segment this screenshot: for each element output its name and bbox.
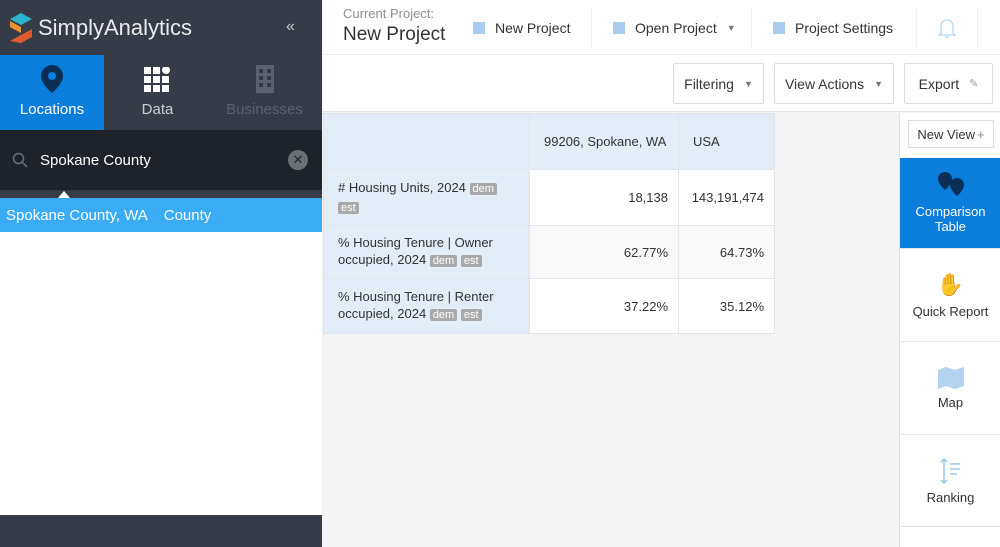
column-header[interactable]: USA [678,113,775,170]
label: Quick Report [912,304,989,319]
label: Export [918,75,960,92]
search-input[interactable] [40,151,270,169]
view-quick-report[interactable]: ✋ Quick Report [900,250,1000,342]
cell: 35.12% [678,278,775,334]
header-row: 99206, Spokane, WA USA [323,113,775,170]
open-project-button[interactable]: Open Project ▼ [613,0,736,55]
collapse-sidebar-button[interactable]: « [286,18,295,36]
grid-icon [143,67,170,92]
export-button[interactable]: Export ✎ [904,63,993,104]
new-view-button[interactable]: New View + [908,120,994,148]
header: Current Project: New Project New Project… [323,0,1000,55]
map-pin-icon [41,65,63,93]
app-name: SimplyAnalytics [38,15,193,40]
view-map[interactable]: Map [900,343,1000,435]
location-search: ✕ [0,130,322,190]
current-project-label: Current Project: [343,6,435,21]
map-pins-icon [937,172,964,196]
toolbar: Filtering ▼ View Actions ▼ Export ✎ [323,55,1000,112]
label: Open Project [635,19,717,36]
result-name: Spokane County, WA [6,206,148,224]
ranking-icon [939,457,960,484]
view-actions-button[interactable]: View Actions ▼ [774,63,894,104]
tab-label: Locations [19,101,85,118]
new-project-icon [473,21,485,34]
badge: est [338,201,359,214]
label: View Actions [784,75,865,92]
tab-locations[interactable]: Locations [0,55,104,130]
table-row: % Housing Tenure | Renter occupied, 2024… [323,278,775,334]
project-settings-button[interactable]: Project Settings [773,0,893,55]
badge: dem [429,255,458,267]
label: Comparison Table [915,204,986,234]
row-label[interactable]: # Housing Units, 2024 dem est [323,169,530,226]
logo: SimplyAnalytics [8,10,192,46]
notifications-button[interactable] [937,0,957,55]
badge: dem [429,309,458,321]
label: Map [937,395,964,410]
map-icon [937,367,964,389]
label: Filtering [684,75,734,92]
search-icon [12,152,28,168]
column-header[interactable]: 99206, Spokane, WA [529,113,679,170]
badge: est [460,255,482,267]
label: Project Settings [795,19,894,36]
filtering-button[interactable]: Filtering ▼ [673,63,764,104]
chevron-down-icon: ▼ [743,78,753,89]
plus-icon: + [976,126,985,142]
new-project-button[interactable]: New Project [473,0,570,55]
tab-data[interactable]: Data [104,55,211,130]
clear-search-button[interactable]: ✕ [288,150,308,170]
chevron-down-icon: ▼ [726,22,736,33]
hand-icon: ✋ [936,272,965,297]
building-icon [255,65,274,93]
result-type: County [163,206,212,224]
label: Ranking [926,489,975,505]
label: New Project [495,19,571,36]
view-ranking[interactable]: Ranking [900,436,1000,527]
wrench-icon [773,21,785,34]
cell: 143,191,474 [678,169,775,226]
comparison-table: 99206, Spokane, WA USA # Housing Units, 2… [323,113,775,334]
result-item[interactable]: Spokane County, WA County [0,198,322,232]
sidebar: SimplyAnalytics « Locations Data Busines… [0,0,322,547]
tab-label: Data [141,101,174,118]
row-label[interactable]: % Housing Tenure | Owner occupied, 2024 … [323,225,530,279]
table-row: # Housing Units, 2024 dem est 18,138 143,1… [323,169,775,226]
label: New View [917,126,975,142]
tab-label: Businesses [226,101,303,118]
logo-icon [10,13,32,43]
badge: est [460,309,482,321]
export-icon: ✎ [969,78,979,90]
corner-cell [323,113,530,170]
view-comparison-table[interactable]: Comparison Table [900,158,1000,249]
tab-businesses[interactable]: Businesses [211,55,318,130]
cell: 62.77% [529,225,679,279]
bell-icon [937,18,957,38]
search-results-dropdown: Spokane County, WA County [0,198,322,515]
badge: dem [469,182,497,195]
project-name: New Project [343,24,446,45]
table-row: % Housing Tenure | Owner occupied, 2024 … [323,225,775,279]
folder-icon [613,21,625,34]
chevron-down-icon: ▼ [874,78,884,89]
views-panel: New View + Comparison Table ✋ Quick Repor… [899,113,1000,547]
cell: 64.73% [678,225,775,279]
row-label[interactable]: % Housing Tenure | Renter occupied, 2024… [323,278,530,334]
cell: 18,138 [529,169,679,226]
dropdown-caret [58,191,70,198]
cell: 37.22% [529,278,679,334]
